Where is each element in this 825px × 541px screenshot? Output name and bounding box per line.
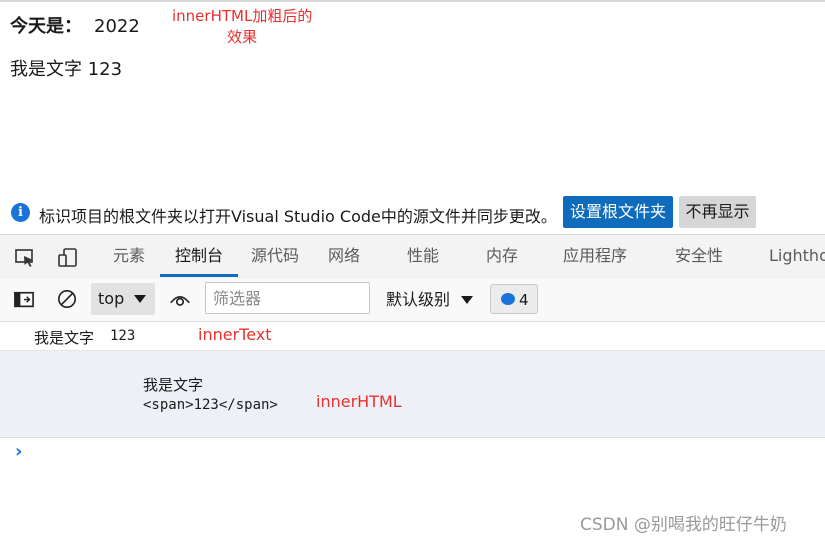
sidebar-toggle-icon[interactable] — [14, 290, 34, 310]
console-prompt-chevron-icon[interactable]: › — [15, 441, 22, 462]
log-number: 123 — [110, 328, 136, 344]
log-html: <span>123</span> — [143, 397, 278, 413]
info-icon: i — [11, 203, 30, 222]
annotation-bold-line2: 效果 — [227, 28, 258, 46]
dont-show-again-button[interactable]: 不再显示 — [679, 196, 756, 228]
filter-input[interactable] — [205, 282, 370, 314]
info-bar: i 标识项目的根文件夹以打开Visual Studio Code中的源文件并同步… — [0, 192, 825, 234]
set-root-folder-button[interactable]: 设置根文件夹 — [563, 196, 673, 228]
today-value: 2022 — [94, 16, 140, 37]
watermark: CSDN @别喝我的旺仔牛奶 — [580, 515, 787, 535]
inspect-element-icon[interactable] — [15, 248, 35, 268]
tab-console[interactable]: 控制台 — [160, 235, 238, 277]
annotation-innertext: innerText — [198, 325, 272, 344]
context-value: top — [98, 289, 125, 308]
tab-sources[interactable]: 源代码 — [251, 235, 299, 277]
message-bubble-icon — [501, 293, 515, 305]
tab-performance[interactable]: 性能 — [407, 235, 439, 277]
annotation-bold: innerHTML加粗后的 效果 — [172, 6, 312, 48]
tab-elements[interactable]: 元素 — [113, 235, 145, 277]
tab-lighthouse[interactable]: Lightho — [769, 235, 825, 277]
devtools-tabbar: 元素 控制台 源代码 网络 性能 内存 应用程序 安全性 Lightho — [0, 234, 825, 280]
date-line: 今天是： 2022 — [10, 12, 140, 38]
issues-count: 4 — [519, 291, 529, 309]
context-select[interactable]: top — [91, 283, 155, 315]
info-message: 标识项目的根文件夹以打开Visual Studio Code中的源文件并同步更改… — [39, 207, 557, 226]
tab-network[interactable]: 网络 — [328, 235, 360, 277]
today-label: 今天是： — [10, 16, 82, 37]
annotation-innerhtml: innerHTML — [316, 392, 402, 411]
log-text: 我是文字 — [143, 376, 204, 394]
console-toolbar: top 默认级别 4 — [0, 279, 825, 322]
console-message: 我是文字 123 innerText — [0, 322, 825, 351]
text-line: 我是文字 123 — [10, 59, 123, 80]
live-expression-eye-icon[interactable] — [169, 290, 191, 310]
log-level-select[interactable]: 默认级别 — [386, 279, 473, 321]
log-level-value: 默认级别 — [386, 290, 451, 309]
top-border — [0, 0, 825, 2]
chevron-down-icon — [461, 296, 473, 304]
clear-console-icon[interactable] — [57, 289, 77, 309]
tab-memory[interactable]: 内存 — [486, 235, 518, 277]
console-message-highlighted: 我是文字 <span>123</span> innerHTML — [0, 351, 825, 438]
tab-application[interactable]: 应用程序 — [563, 235, 627, 277]
issues-counter-button[interactable]: 4 — [490, 284, 538, 314]
annotation-bold-line1: innerHTML加粗后的 — [172, 7, 313, 25]
chevron-down-icon — [134, 295, 146, 303]
device-emulation-icon[interactable] — [58, 248, 78, 268]
tab-security[interactable]: 安全性 — [675, 235, 723, 277]
log-text: 我是文字 — [34, 329, 95, 347]
